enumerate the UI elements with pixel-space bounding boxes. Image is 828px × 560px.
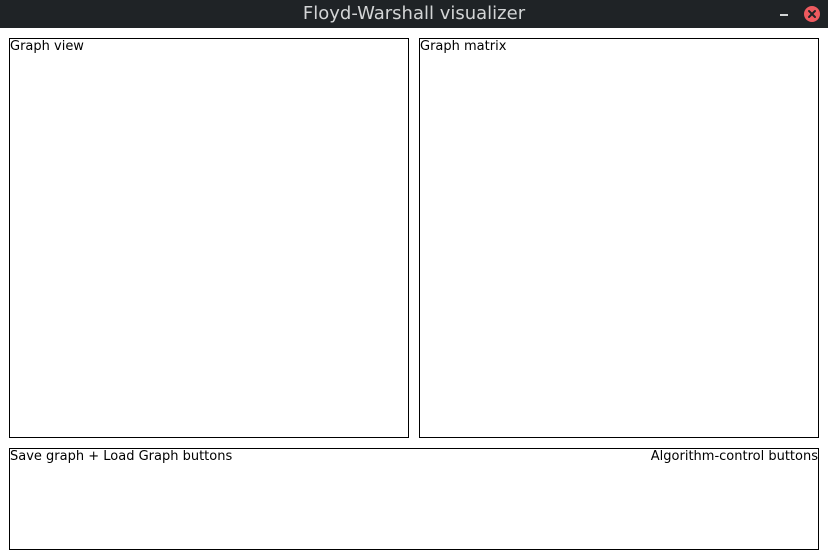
close-icon xyxy=(808,10,816,18)
window-title: Floyd-Warshall visualizer xyxy=(302,3,526,24)
app-window: Floyd-Warshall visualizer Graph view Gra… xyxy=(0,0,828,560)
graph-view-panel[interactable]: Graph view xyxy=(9,38,409,438)
graph-matrix-panel[interactable]: Graph matrix xyxy=(419,38,819,438)
save-load-buttons-placeholder: Save graph + Load Graph buttons xyxy=(10,449,233,464)
controls-panel: Save graph + Load Graph buttons Algorith… xyxy=(9,448,819,550)
graph-view-label: Graph view xyxy=(10,39,84,54)
algorithm-control-buttons-placeholder: Algorithm-control buttons xyxy=(650,449,818,464)
minimize-icon xyxy=(780,14,788,16)
minimize-button[interactable] xyxy=(776,5,792,21)
graph-matrix-label: Graph matrix xyxy=(420,39,507,54)
close-button[interactable] xyxy=(804,6,820,22)
title-bar[interactable]: Floyd-Warshall visualizer xyxy=(0,0,828,28)
